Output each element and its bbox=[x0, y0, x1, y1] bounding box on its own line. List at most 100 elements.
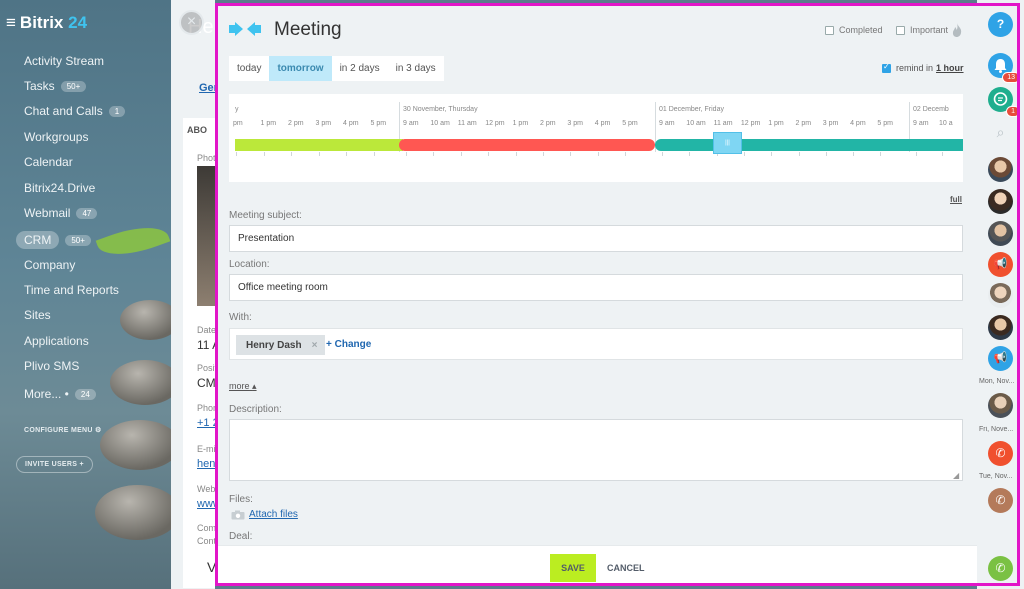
planner-timeline[interactable]: y 30 November, Thursday 01 December, Fri… bbox=[229, 94, 963, 182]
bg-email-link[interactable]: hen bbox=[197, 458, 215, 470]
tab-in-3-days[interactable]: in 3 days bbox=[388, 56, 444, 81]
tab-in-2-days[interactable]: in 2 days bbox=[332, 56, 388, 81]
meeting-icon bbox=[229, 22, 261, 36]
megaphone-chat-button[interactable]: 📢 bbox=[988, 252, 1013, 277]
chevron-up-icon: ▴ bbox=[252, 381, 257, 391]
modal-header: Meeting Completed Important bbox=[215, 3, 977, 55]
help-button[interactable]: ? bbox=[988, 12, 1013, 37]
bg-phone-link[interactable]: +1 2 bbox=[197, 417, 215, 429]
attendee-name: Henry Dash bbox=[246, 339, 302, 351]
search-button[interactable]: ⌕ bbox=[988, 120, 1013, 145]
attach-files-link[interactable]: Attach files bbox=[249, 509, 298, 520]
hour-tick bbox=[515, 152, 517, 156]
sidebar-item-chat-and-calls[interactable]: Chat and Calls 1 bbox=[24, 104, 126, 118]
hour-label: 4 pm bbox=[850, 120, 866, 127]
hour-tick bbox=[916, 152, 917, 156]
stone-decoration bbox=[100, 420, 180, 470]
sidebar-item-sites[interactable]: Sites bbox=[24, 308, 51, 322]
save-button[interactable]: SAVE bbox=[550, 554, 596, 582]
announcement-chat-button[interactable]: 📢 bbox=[988, 346, 1013, 371]
sidebar-item-more[interactable]: More... • 24 bbox=[24, 387, 96, 401]
sidebar-item-crm[interactable]: CRM 50+ bbox=[16, 231, 91, 249]
sidebar-item-plivo-sms[interactable]: Plivo SMS bbox=[24, 359, 79, 373]
hour-label: 1 pm bbox=[768, 120, 784, 127]
hour-tick bbox=[318, 152, 320, 156]
missed-call-button[interactable]: ✆ bbox=[988, 441, 1013, 466]
bg-tab[interactable]: Ger bbox=[199, 82, 215, 94]
completed-checkbox[interactable]: Completed bbox=[825, 25, 883, 35]
close-slider-button[interactable]: × bbox=[179, 10, 204, 35]
sidebar-item-label: Workgroups bbox=[24, 130, 89, 144]
sidebar-item-workgroups[interactable]: Workgroups bbox=[24, 130, 88, 144]
user-avatar[interactable] bbox=[988, 393, 1013, 418]
bg-about-heading: ABO bbox=[187, 125, 207, 135]
attendee-chip[interactable]: Henry Dash × bbox=[236, 335, 326, 355]
location-input[interactable] bbox=[229, 274, 963, 301]
tab-today[interactable]: today bbox=[229, 56, 269, 81]
selected-slot-handle[interactable]: ||| bbox=[713, 132, 742, 154]
bg-web-link[interactable]: www bbox=[197, 498, 215, 510]
bg-phone-label: Phon bbox=[197, 403, 215, 413]
sidebar-item-activity-stream[interactable]: Activity Stream bbox=[24, 54, 104, 68]
change-attendees-link[interactable]: + Change bbox=[326, 339, 371, 350]
subject-label: Meeting subject: bbox=[229, 210, 302, 221]
sidebar-item-label: Time and Reports bbox=[24, 283, 119, 297]
resize-handle-icon[interactable]: ◢ bbox=[953, 471, 959, 480]
sidebar-item-company[interactable]: Company bbox=[24, 258, 75, 272]
meeting-slider: Meeting Completed Important today tomorr… bbox=[215, 3, 977, 586]
sidebar-item-time-and-reports[interactable]: Time and Reports bbox=[24, 283, 119, 297]
important-checkbox[interactable]: Important bbox=[896, 25, 948, 35]
logo[interactable]: ≡ Bitrix 24 bbox=[6, 13, 87, 33]
sidebar-item-label: Sites bbox=[24, 308, 51, 322]
menu-icon[interactable]: ≡ bbox=[6, 13, 16, 32]
remind-checkbox[interactable]: remind in 1 hour bbox=[882, 62, 964, 73]
day-label: 01 December, Friday bbox=[659, 106, 724, 113]
deal-label: Deal: bbox=[229, 531, 253, 542]
user-avatar[interactable] bbox=[988, 157, 1013, 182]
remind-time-link[interactable]: 1 hour bbox=[936, 63, 964, 73]
notifications-button[interactable]: 13 bbox=[988, 53, 1020, 83]
hour-tick bbox=[853, 152, 855, 156]
description-textarea[interactable] bbox=[229, 419, 963, 481]
phone-icon: ✆ bbox=[995, 446, 1006, 460]
day-label: 30 November, Thursday bbox=[403, 106, 478, 113]
sidebar-item-webmail[interactable]: Webmail 47 bbox=[24, 206, 98, 220]
phone-icon: ✆ bbox=[995, 493, 1006, 507]
invite-users-button[interactable]: INVITE USERS + bbox=[16, 456, 93, 473]
hour-tick bbox=[543, 152, 544, 156]
hour-tick bbox=[460, 152, 462, 156]
attach-files-row[interactable]: Attach files bbox=[231, 509, 298, 520]
sidebar-item-label: Plivo SMS bbox=[24, 359, 80, 373]
recent-date-label: Mon, Nov... bbox=[979, 378, 1015, 385]
checkbox-box bbox=[896, 25, 905, 35]
remove-icon[interactable]: × bbox=[312, 340, 318, 351]
sidebar-item-label: More... • bbox=[24, 387, 69, 401]
megaphone-icon: 📢 bbox=[993, 352, 1008, 364]
tab-tomorrow[interactable]: tomorrow bbox=[269, 56, 332, 81]
sidebar-item-drive[interactable]: Bitrix24.Drive bbox=[24, 181, 95, 195]
more-fields-link[interactable]: more ▴ bbox=[229, 381, 257, 392]
user-avatar[interactable] bbox=[988, 283, 1013, 308]
full-planner-link[interactable]: full bbox=[950, 195, 962, 204]
user-avatar[interactable] bbox=[988, 189, 1013, 214]
hour-label: 5 pm bbox=[370, 120, 387, 127]
user-avatar[interactable] bbox=[988, 315, 1013, 340]
subject-input[interactable] bbox=[229, 225, 963, 252]
sidebar-item-label: Activity Stream bbox=[24, 54, 105, 68]
configure-menu-link[interactable]: CONFIGURE MENU ⚙ bbox=[24, 426, 102, 434]
sidebar-item-label: Applications bbox=[24, 334, 89, 348]
sidebar-item-calendar[interactable]: Calendar bbox=[24, 155, 73, 169]
hour-tick bbox=[880, 152, 882, 156]
sidebar-item-applications[interactable]: Applications bbox=[24, 334, 89, 348]
user-avatar[interactable] bbox=[988, 221, 1013, 246]
logo-text: Bitrix bbox=[19, 13, 64, 32]
day-label: 02 Decemb bbox=[913, 106, 949, 113]
open-lines-button[interactable]: 1 bbox=[988, 87, 1020, 117]
gear-icon: ⚙ bbox=[95, 427, 102, 434]
phone-button[interactable]: ✆ bbox=[988, 556, 1013, 581]
cancel-button[interactable]: CANCEL bbox=[607, 554, 645, 582]
files-label: Files: bbox=[229, 494, 253, 505]
call-history-button[interactable]: ✆ bbox=[988, 488, 1013, 513]
sidebar-item-tasks[interactable]: Tasks 50+ bbox=[24, 79, 87, 93]
bg-comment-label: Com bbox=[197, 523, 215, 533]
